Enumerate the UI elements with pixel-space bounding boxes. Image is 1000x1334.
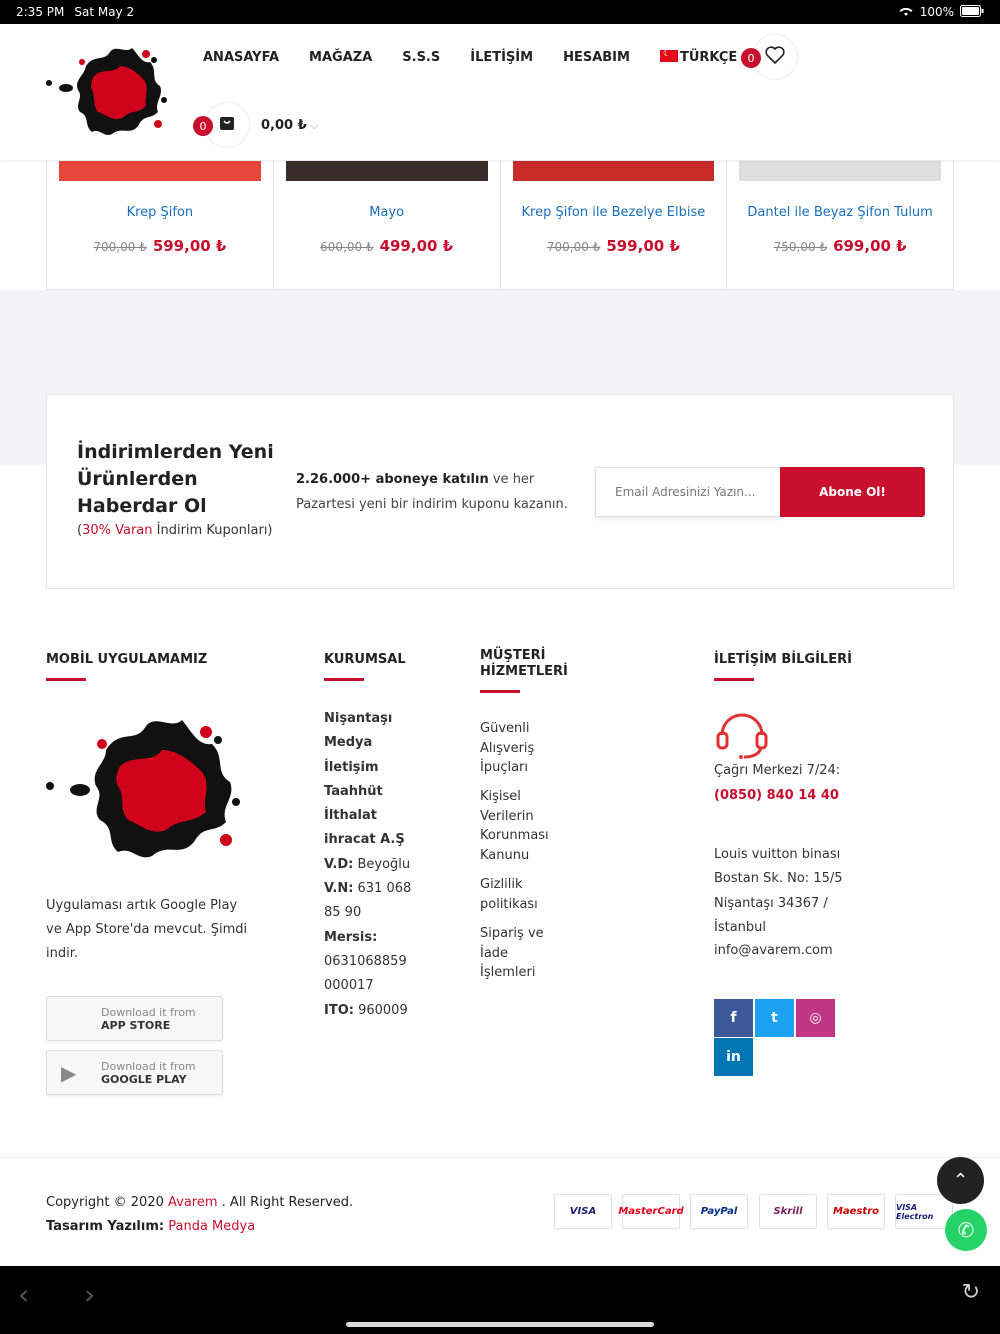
tax-office: Beyoğlu bbox=[353, 856, 411, 872]
nav-faq[interactable]: S.S.S bbox=[402, 50, 440, 65]
main-nav: ANASAYFA MAĞAZA S.S.S İLETİŞİM HESABIM T… bbox=[203, 49, 738, 65]
email-input[interactable]: Email Adresinizi Yazın... bbox=[595, 467, 781, 517]
language-label: TÜRKÇE bbox=[679, 50, 738, 65]
old-price: 700,00 ₺ bbox=[93, 240, 147, 254]
call-center-label: Çağrı Merkezi 7/24: bbox=[714, 763, 841, 778]
newsletter-title: İndirimlerden Yeni Ürünlerden Haberdar O… bbox=[77, 441, 274, 517]
status-date: Sat May 2 bbox=[74, 5, 135, 19]
footer-link[interactable]: Güvenli Alışveriş İpuçları bbox=[480, 719, 560, 778]
paypal-icon: PayPal bbox=[690, 1194, 748, 1229]
headset-icon bbox=[714, 705, 770, 763]
subscribe-button[interactable]: Abone Ol! bbox=[780, 467, 925, 517]
footer-app-title: MOBİL UYGULAMAMIZ bbox=[46, 652, 207, 681]
old-price: 600,00 ₺ bbox=[320, 240, 374, 254]
forward-arrow-icon[interactable]: › bbox=[84, 1278, 95, 1311]
nav-account[interactable]: HESABIM bbox=[563, 50, 630, 65]
language-selector[interactable]: TÜRKÇE bbox=[659, 49, 738, 65]
wishlist-count-badge: 0 bbox=[741, 48, 761, 68]
maestro-icon: Maestro bbox=[827, 1194, 885, 1229]
footer-corporate-title: KURUMSAL bbox=[324, 652, 406, 681]
scroll-to-top-button[interactable]: ⌃ bbox=[937, 1157, 984, 1204]
new-price: 499,00 ₺ bbox=[379, 237, 454, 255]
visa-electron-icon: VISA Electron bbox=[895, 1194, 953, 1229]
shopping-bag-icon bbox=[218, 114, 236, 136]
new-price: 699,00 ₺ bbox=[833, 237, 907, 255]
brand-link[interactable]: Avarem bbox=[168, 1195, 218, 1210]
turkey-flag-icon bbox=[659, 49, 678, 62]
email-link[interactable]: info@avarem.com bbox=[714, 943, 833, 958]
cart-total[interactable]: 0,00 ₺ ⌵ bbox=[261, 118, 318, 133]
visa-icon: VISA bbox=[554, 1194, 612, 1229]
twitter-icon[interactable]: t bbox=[755, 999, 794, 1037]
product-name[interactable]: Mayo bbox=[274, 205, 500, 220]
footer-customer-title: MÜŞTERİ HİZMETLERİ bbox=[480, 648, 570, 693]
linkedin-icon[interactable]: in bbox=[714, 1038, 753, 1076]
new-price: 599,00 ₺ bbox=[606, 237, 680, 255]
skrill-icon: Skrill bbox=[759, 1194, 817, 1229]
heart-icon bbox=[765, 45, 785, 69]
new-price: 599,00 ₺ bbox=[152, 237, 227, 255]
mersis-number: 0631068859 000017 bbox=[324, 953, 407, 994]
site-header: ANASAYFA MAĞAZA S.S.S İLETİŞİM HESABIM T… bbox=[0, 24, 1000, 160]
product-name[interactable]: Krep Şifon bbox=[47, 205, 273, 220]
home-indicator bbox=[346, 1322, 654, 1327]
status-time: 2:35 PM bbox=[16, 5, 65, 19]
play-store-icon: ▶ bbox=[61, 1060, 77, 1085]
ito-number: 960009 bbox=[353, 1002, 408, 1018]
old-price: 700,00 ₺ bbox=[546, 240, 601, 254]
battery-icon bbox=[960, 4, 984, 20]
facebook-icon[interactable]: f bbox=[714, 999, 753, 1037]
company-name: Nişantaşı Medya İletişim Taahhüt İlthala… bbox=[324, 711, 405, 848]
nav-home[interactable]: ANASAYFA bbox=[203, 50, 279, 65]
google-play-button[interactable]: ▶ Download it from GOOGLE PLAY bbox=[46, 1050, 223, 1095]
wifi-icon bbox=[898, 5, 914, 20]
footer-link[interactable]: Kişisel Verilerin Korunması Kanunu bbox=[480, 787, 560, 865]
newsletter-box: İndirimlerden Yeni Ürünlerden Haberdar O… bbox=[46, 394, 954, 589]
mastercard-icon: MasterCard bbox=[618, 1194, 684, 1229]
old-price: 750,00 ₺ bbox=[773, 240, 828, 254]
app-store-button[interactable]: Download it from APP STORE bbox=[46, 996, 223, 1041]
product-name[interactable]: Dantel ile Beyaz Şifon Tulum bbox=[727, 205, 953, 220]
back-arrow-icon[interactable]: ‹ bbox=[18, 1278, 29, 1311]
status-bar: 2:35 PM Sat May 2 100% bbox=[0, 0, 1000, 24]
newsletter-subtitle: (30% Varan İndirim Kuponları) bbox=[77, 523, 273, 538]
chevron-up-icon: ⌃ bbox=[952, 1170, 969, 1191]
instagram-icon[interactable]: ◎ bbox=[796, 999, 835, 1037]
chevron-down-icon: ⌵ bbox=[310, 121, 319, 132]
whatsapp-button[interactable]: ✆ bbox=[945, 1209, 987, 1251]
copyright: Copyright © 2020 Avarem . All Right Rese… bbox=[46, 1195, 354, 1234]
designer-link[interactable]: Panda Medya bbox=[168, 1219, 255, 1234]
footer-divider bbox=[0, 1157, 1000, 1158]
site-logo[interactable] bbox=[46, 40, 174, 144]
product-name[interactable]: Krep Şifon ile Bezelye Elbise bbox=[501, 205, 727, 220]
phone-number[interactable]: (0850) 840 14 40 bbox=[714, 788, 839, 803]
reload-icon[interactable]: ↻ bbox=[962, 1280, 980, 1305]
footer-link[interactable]: Sipariş ve İade İşlemleri bbox=[480, 924, 560, 983]
footer-logo bbox=[46, 710, 252, 874]
address: Louis vuitton binası Bostan Sk. No: 15/5… bbox=[714, 847, 843, 935]
footer-app-text: Uygulaması artık Google Play ve App Stor… bbox=[46, 898, 248, 961]
battery-label: 100% bbox=[919, 5, 954, 19]
cart-count-badge: 0 bbox=[193, 116, 213, 136]
corporate-info: Nişantaşı Medya İletişim Taahhüt İlthala… bbox=[324, 711, 412, 1018]
nav-shop[interactable]: MAĞAZA bbox=[309, 50, 372, 65]
cart-total-value: 0,00 ₺ bbox=[261, 118, 307, 133]
footer-contact-title: İLETİŞİM BİLGİLERİ bbox=[714, 652, 852, 681]
whatsapp-icon: ✆ bbox=[957, 1218, 975, 1242]
nav-contact[interactable]: İLETİŞİM bbox=[470, 50, 533, 65]
footer-link[interactable]: Gizlilik politikası bbox=[480, 875, 560, 914]
newsletter-text: 2.26.000+ aboneye katılın ve her Pazarte… bbox=[296, 472, 568, 512]
